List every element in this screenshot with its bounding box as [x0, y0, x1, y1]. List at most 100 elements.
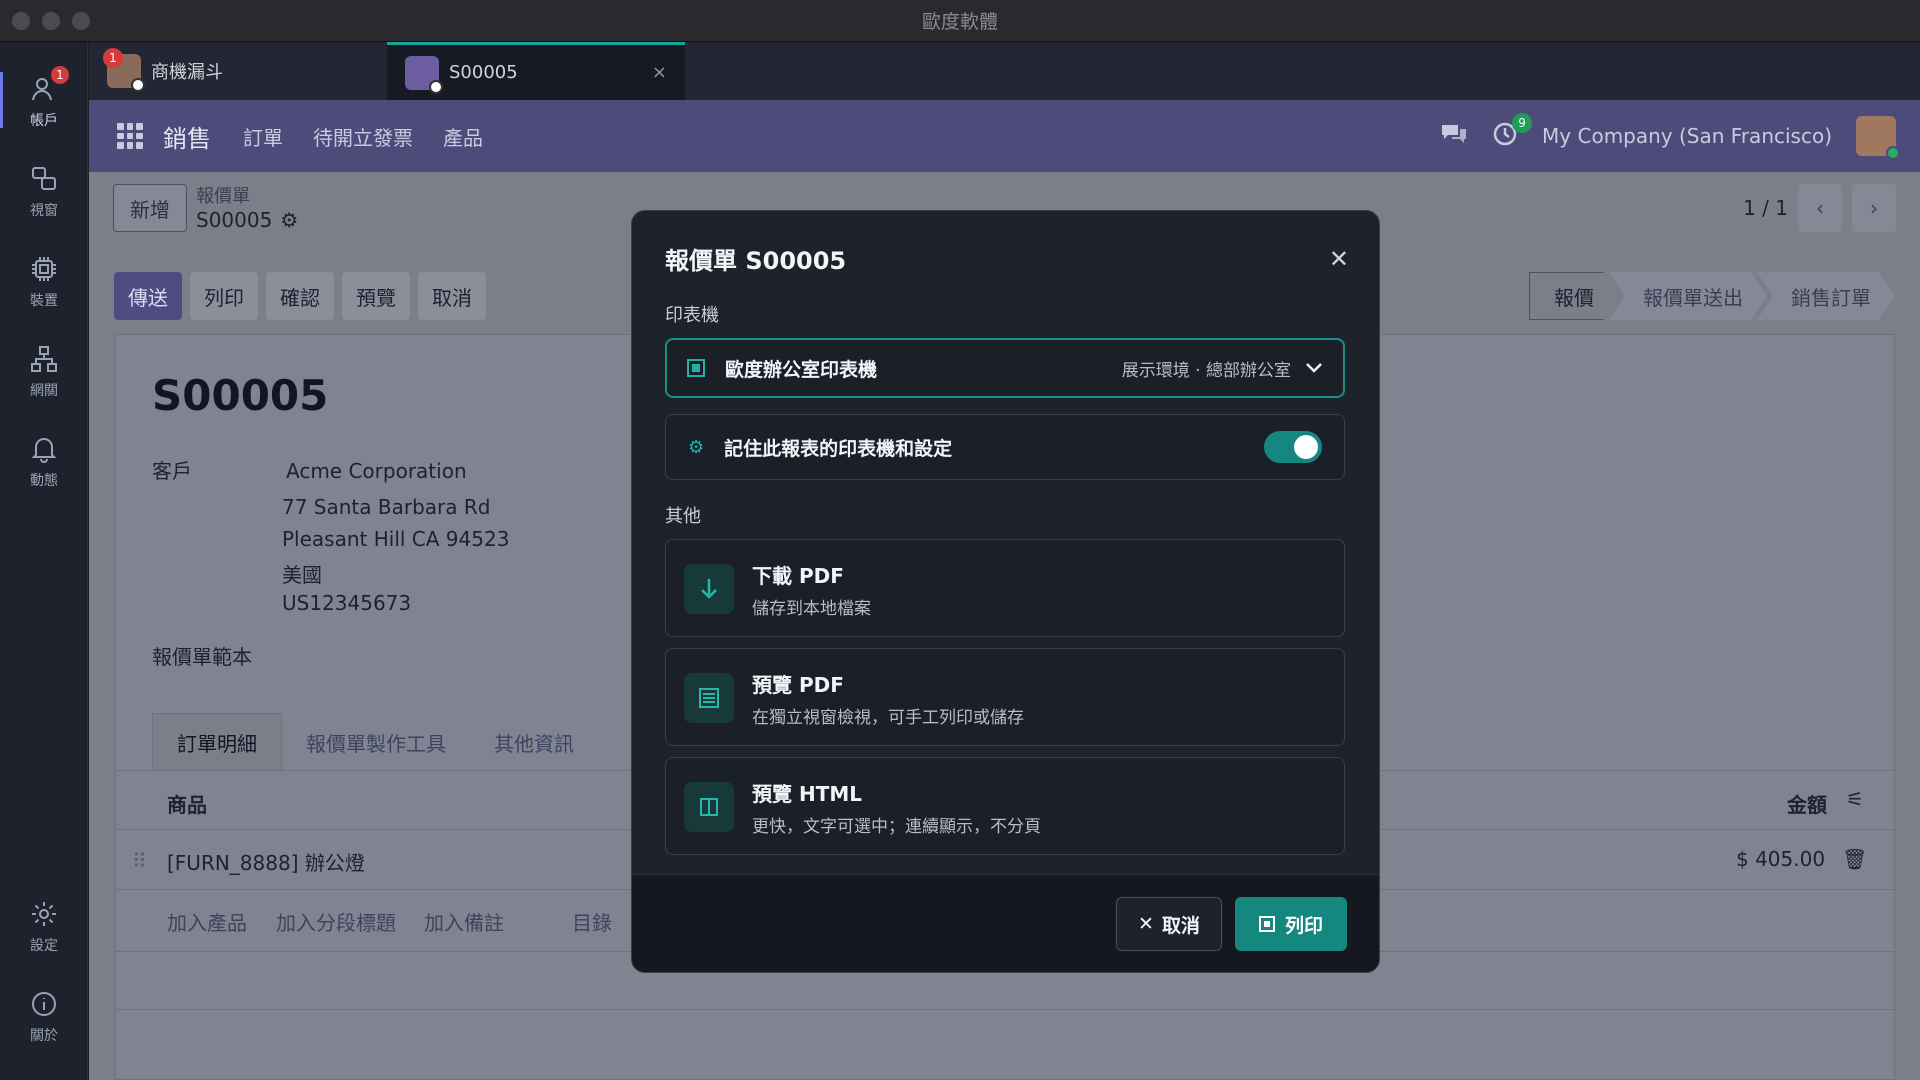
chevron-down-icon — [1305, 359, 1323, 378]
add-section-link[interactable]: 加入分段標題 — [276, 907, 396, 936]
tab-other-info[interactable]: 其他資訊 — [470, 713, 598, 771]
close-icon[interactable]: × — [652, 62, 667, 83]
table-row-product[interactable]: [FURN_8888] 辦公燈 — [167, 847, 365, 876]
download-icon — [684, 564, 734, 614]
workspace-tabs: 1 商機漏斗 S00005 × — [89, 42, 1920, 100]
status-quotation-sent[interactable]: 報價單送出 — [1609, 272, 1767, 320]
action-buttons: 傳送 列印 確認 預覽 取消 — [114, 272, 486, 320]
chevron-left-icon: ‹ — [1816, 196, 1824, 220]
customer-label: 客戶 — [152, 459, 192, 483]
menu-products[interactable]: 產品 — [443, 122, 483, 151]
activity-badge: 9 — [1512, 112, 1533, 133]
rail-label: 網關 — [30, 383, 58, 399]
cancel-button[interactable]: ✕ 取消 — [1116, 897, 1222, 951]
rail-item-settings[interactable]: 設定 — [0, 897, 88, 955]
address-line: 美國 — [282, 563, 322, 587]
printer-section-label: 印表機 — [665, 305, 719, 326]
close-window-button[interactable] — [12, 12, 30, 30]
send-button[interactable]: 傳送 — [114, 272, 182, 320]
company-switcher[interactable]: My Company (San Francisco) — [1542, 124, 1832, 148]
window-title: 歐度軟體 — [921, 11, 998, 33]
status-quotation[interactable]: 報價 — [1529, 272, 1619, 320]
menu-orders[interactable]: 訂單 — [243, 122, 283, 151]
column-header-product: 商品 — [167, 793, 207, 817]
account-badge: 1 — [51, 66, 69, 84]
column-settings-icon[interactable]: ⚟ — [1846, 787, 1864, 811]
customer-name[interactable]: Acme Corporation — [286, 459, 467, 483]
option-desc: 儲存到本地檔案 — [752, 599, 871, 619]
trash-icon[interactable]: 🗑 — [1842, 847, 1867, 871]
address-line: Pleasant Hill CA 94523 — [282, 527, 510, 551]
app-brand[interactable]: 銷售 — [163, 119, 211, 154]
address-line: 77 Santa Barbara Rd — [282, 495, 491, 519]
activity-icon[interactable]: 9 — [1492, 112, 1533, 152]
tab-quote-builder[interactable]: 報價單製作工具 — [282, 713, 470, 771]
download-pdf-option[interactable]: 下載 PDF 儲存到本地檔案 — [665, 539, 1345, 637]
tab-badge: 1 — [103, 48, 123, 68]
breadcrumb-current-label: S00005 — [196, 208, 273, 232]
breadcrumb-parent[interactable]: 報價單 — [196, 182, 250, 208]
tab-s00005[interactable]: S00005 × — [387, 42, 685, 100]
windows-icon — [27, 162, 61, 196]
pager-value: 1 / 1 — [1743, 196, 1788, 220]
dialog-footer: ✕ 取消 列印 — [632, 874, 1379, 972]
chat-icon[interactable] — [1440, 121, 1468, 152]
other-section-label: 其他 — [665, 506, 701, 527]
close-icon: ✕ — [1138, 913, 1154, 935]
menu-to-invoice[interactable]: 待開立發票 — [313, 122, 413, 151]
gear-icon[interactable]: ⚙ — [280, 208, 298, 232]
drag-handle-icon[interactable]: ⠿ — [132, 849, 147, 873]
remember-settings-toggle[interactable] — [1264, 431, 1322, 463]
document-name: S00005 — [152, 371, 329, 420]
avatar — [405, 55, 443, 94]
minimize-window-button[interactable] — [42, 12, 60, 30]
rail-item-gateway[interactable]: 網關 — [0, 342, 88, 400]
window-titlebar: 歐度軟體 — [0, 0, 1920, 42]
catalog-link[interactable]: 目錄 — [572, 907, 612, 936]
gear-icon — [27, 897, 61, 931]
status-sales-order[interactable]: 銷售訂單 — [1757, 272, 1895, 320]
user-avatar[interactable] — [1856, 116, 1900, 160]
print-button[interactable]: 列印 — [1235, 897, 1347, 951]
document-icon — [684, 673, 734, 723]
pager-prev-button[interactable]: ‹ — [1798, 184, 1842, 232]
close-icon[interactable]: ✕ — [1329, 245, 1349, 273]
print-button-label: 列印 — [1284, 914, 1323, 937]
rail-item-devices[interactable]: 裝置 — [0, 252, 88, 310]
new-button[interactable]: 新增 — [113, 184, 187, 232]
zoom-window-button[interactable] — [72, 12, 90, 30]
print-action-button[interactable]: 列印 — [190, 272, 258, 320]
option-title: 下載 PDF — [752, 564, 844, 588]
column-header-amount: 金額 — [1787, 793, 1827, 817]
columns-icon — [684, 782, 734, 832]
option-title: 預覽 HTML — [752, 782, 862, 806]
preview-button[interactable]: 預覽 — [342, 272, 410, 320]
pager-next-button[interactable]: › — [1852, 184, 1896, 232]
tab-pipeline[interactable]: 1 商機漏斗 — [89, 42, 387, 100]
tab-order-lines[interactable]: 訂單明細 — [152, 713, 282, 771]
confirm-button[interactable]: 確認 — [266, 272, 334, 320]
rail-item-account[interactable]: 1 帳戶 — [0, 66, 88, 130]
printer-meta: 展示環境 · 總部辦公室 — [1121, 360, 1291, 381]
rail-item-activity[interactable]: 動態 — [0, 432, 88, 490]
add-note-link[interactable]: 加入備註 — [424, 907, 504, 936]
printer-select[interactable]: 歐度辦公室印表機 展示環境 · 總部辦公室 — [665, 338, 1345, 398]
add-product-link[interactable]: 加入產品 — [167, 907, 247, 936]
remember-settings-label: 記住此報表的印表機和設定 — [724, 437, 953, 460]
rail-item-windows[interactable]: 視窗 — [0, 162, 88, 220]
rail-item-about[interactable]: 關於 — [0, 987, 88, 1045]
pager: 1 / 1 ‹ › — [1743, 184, 1896, 232]
rail-label: 動態 — [30, 473, 58, 489]
rail-label: 設定 — [30, 938, 58, 954]
breadcrumb-current: S00005 ⚙ — [196, 208, 298, 232]
option-desc: 在獨立視窗檢視，可手工列印或儲存 — [752, 708, 1024, 728]
option-desc: 更快，文字可選中；連續顯示，不分頁 — [752, 817, 1041, 837]
status-bar: 報價 報價單送出 銷售訂單 — [1529, 272, 1895, 320]
cancel-action-button[interactable]: 取消 — [418, 272, 486, 320]
apps-grid-icon[interactable] — [117, 123, 143, 149]
printer-icon — [687, 359, 705, 377]
preview-html-option[interactable]: 預覽 HTML 更快，文字可選中；連續顯示，不分頁 — [665, 757, 1345, 855]
preview-pdf-option[interactable]: 預覽 PDF 在獨立視窗檢視，可手工列印或儲存 — [665, 648, 1345, 746]
table-row-amount: $ 405.00 — [1736, 847, 1826, 871]
printer-icon — [1258, 916, 1275, 932]
